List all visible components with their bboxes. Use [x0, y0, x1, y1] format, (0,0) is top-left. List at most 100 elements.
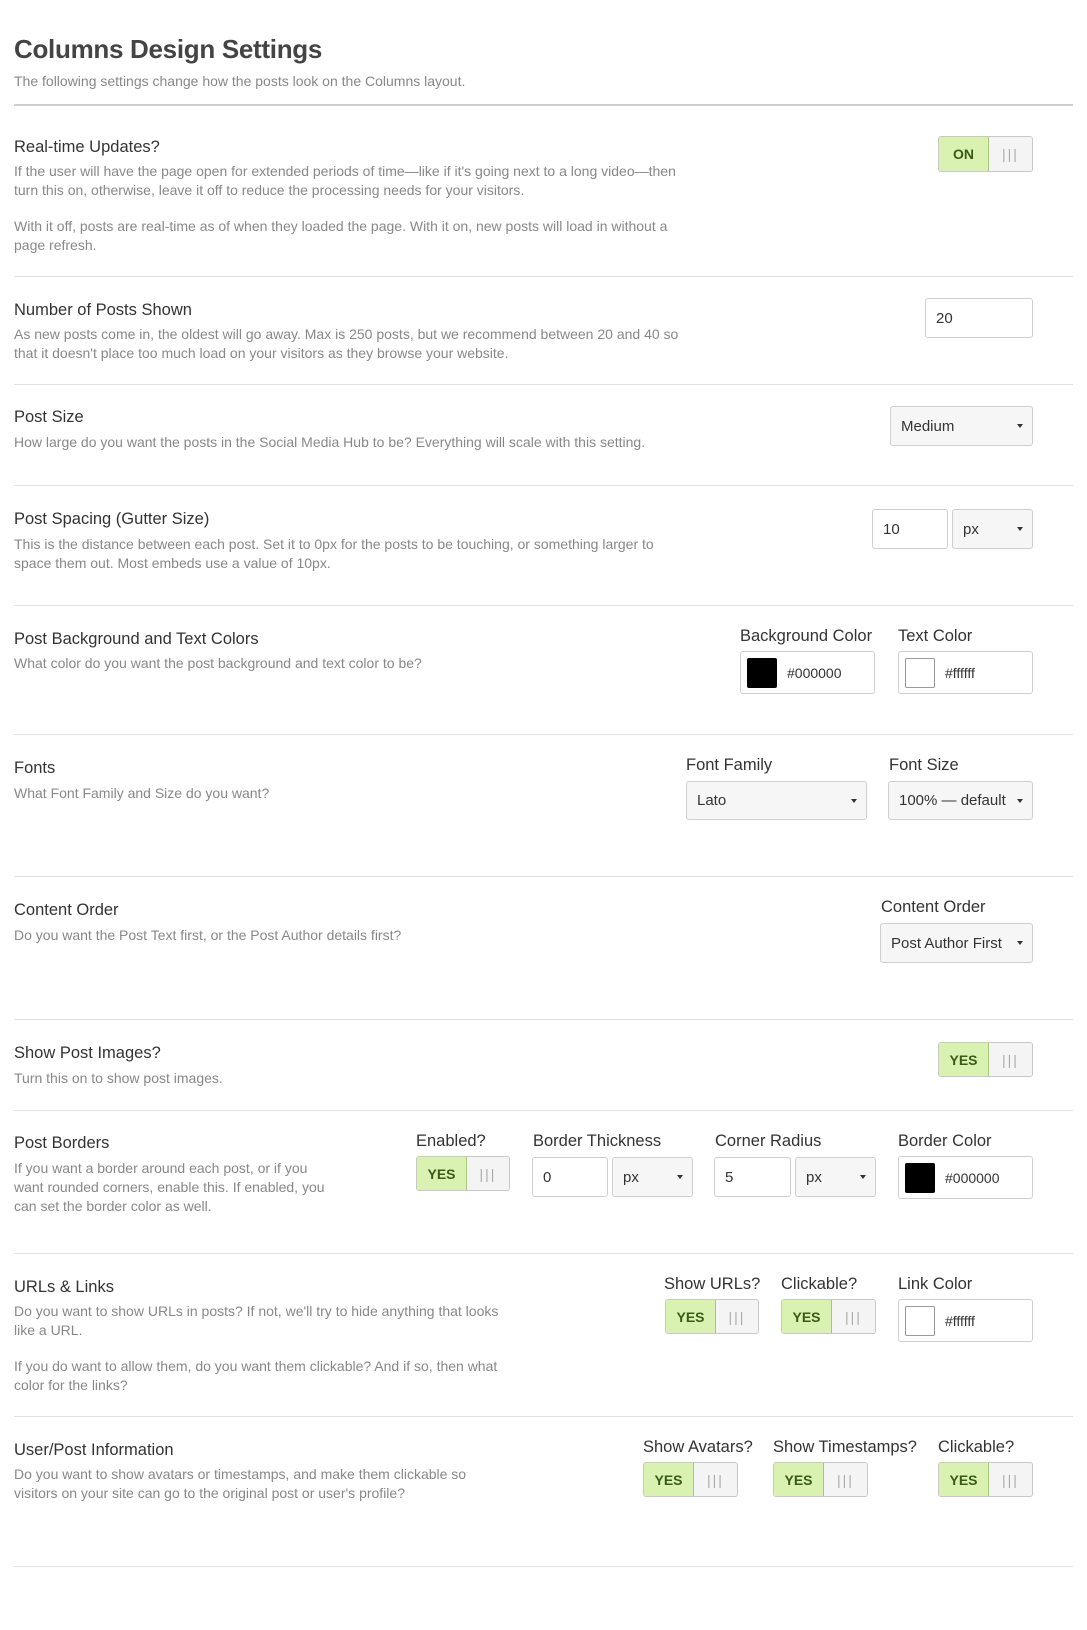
toggle-on-label: YES: [417, 1157, 467, 1190]
images-toggle[interactable]: YES |||: [938, 1042, 1033, 1077]
spacing-desc: This is the distance between each post. …: [14, 536, 654, 571]
colors-desc: What color do you want the post backgrou…: [14, 655, 422, 671]
urls-clickable-toggle[interactable]: YES |||: [781, 1299, 876, 1334]
userinfo-desc: Do you want to show avatars or timestamp…: [14, 1466, 467, 1501]
caret-down-icon: [1017, 424, 1023, 428]
border-thickness-label: Border Thickness: [533, 1132, 662, 1150]
post-size-title: Post Size: [14, 408, 84, 426]
divider: [14, 734, 1073, 735]
show-avatars-label: Show Avatars?: [643, 1438, 753, 1456]
divider: [14, 1566, 1073, 1567]
font-family-value: Lato: [697, 792, 727, 809]
text-color-value: #ffffff: [945, 664, 975, 681]
grip-lines-icon: |||: [467, 1157, 509, 1190]
post-size-select[interactable]: Medium: [890, 406, 1033, 446]
caret-down-icon: [860, 1175, 866, 1179]
link-color-input[interactable]: #ffffff: [898, 1299, 1033, 1342]
show-timestamps-toggle[interactable]: YES |||: [773, 1462, 868, 1497]
divider: [14, 1416, 1073, 1417]
toggle-on-label: ON: [939, 137, 989, 171]
font-size-value: 100% — default: [899, 792, 1006, 809]
grip-lines-icon: |||: [832, 1300, 875, 1333]
grip-lines-icon: |||: [824, 1463, 867, 1496]
toggle-on-label: YES: [666, 1300, 716, 1333]
color-swatch[interactable]: [747, 657, 777, 688]
spacing-title: Post Spacing (Gutter Size): [14, 510, 210, 528]
font-size-label: Font Size: [889, 756, 959, 774]
corner-radius-unit-select[interactable]: px: [795, 1157, 876, 1197]
post-size-desc: How large do you want the posts in the S…: [14, 434, 646, 450]
borders-desc: If you want a border around each post, o…: [14, 1160, 325, 1214]
urls-desc: Do you want to show URLs in posts? If no…: [14, 1303, 499, 1338]
caret-down-icon: [851, 799, 857, 803]
borders-title: Post Borders: [14, 1134, 110, 1152]
grip-lines-icon: |||: [989, 137, 1032, 171]
content-order-desc: Do you want the Post Text first, or the …: [14, 927, 402, 943]
toggle-on-label: YES: [774, 1463, 824, 1496]
show-timestamps-label: Show Timestamps?: [773, 1438, 917, 1456]
realtime-toggle[interactable]: ON |||: [938, 136, 1033, 172]
divider: [14, 876, 1073, 877]
page-title: Columns Design Settings: [14, 34, 323, 64]
border-thickness-unit-select[interactable]: px: [612, 1157, 693, 1197]
borders-enabled-toggle[interactable]: YES |||: [416, 1156, 510, 1191]
spacing-input[interactable]: 10: [872, 509, 948, 549]
content-order-value: Post Author First: [891, 934, 1002, 952]
toggle-on-label: YES: [782, 1300, 832, 1333]
userinfo-title: User/Post Information: [14, 1441, 174, 1459]
spacing-unit-value: px: [963, 520, 979, 538]
spacing-unit-select[interactable]: px: [952, 509, 1033, 549]
grip-lines-icon: |||: [989, 1463, 1032, 1496]
caret-down-icon: [677, 1175, 683, 1179]
border-thickness-input[interactable]: 0: [532, 1157, 608, 1197]
color-swatch[interactable]: [905, 657, 935, 688]
font-family-select[interactable]: Lato: [686, 781, 867, 820]
images-title: Show Post Images?: [14, 1044, 161, 1062]
bg-color-input[interactable]: #000000: [740, 651, 875, 694]
show-avatars-toggle[interactable]: YES |||: [643, 1462, 738, 1497]
divider: [14, 1019, 1073, 1020]
text-color-label: Text Color: [898, 627, 973, 645]
toggle-on-label: YES: [939, 1043, 989, 1076]
borders-enabled-label: Enabled?: [416, 1132, 486, 1150]
bg-color-value: #000000: [787, 664, 842, 681]
content-order-select[interactable]: Post Author First: [880, 923, 1033, 963]
border-color-input[interactable]: #000000: [898, 1156, 1033, 1199]
toggle-on-label: YES: [939, 1463, 989, 1496]
link-color-value: #ffffff: [945, 1312, 975, 1329]
font-size-select[interactable]: 100% — default: [888, 781, 1033, 820]
text-color-input[interactable]: #ffffff: [898, 651, 1033, 694]
show-urls-label: Show URLs?: [664, 1275, 761, 1293]
num-posts-title: Number of Posts Shown: [14, 301, 192, 319]
color-swatch[interactable]: [905, 1305, 935, 1336]
link-color-label: Link Color: [898, 1275, 973, 1293]
post-size-value: Medium: [901, 417, 955, 435]
show-urls-toggle[interactable]: YES |||: [665, 1299, 759, 1334]
toggle-on-label: YES: [644, 1463, 694, 1496]
divider: [14, 605, 1073, 606]
caret-down-icon: [1017, 941, 1023, 945]
fonts-desc: What Font Family and Size do you want?: [14, 785, 270, 801]
grip-lines-icon: |||: [716, 1300, 758, 1333]
color-swatch[interactable]: [905, 1162, 935, 1193]
header-divider: [14, 104, 1073, 106]
grip-lines-icon: |||: [694, 1463, 737, 1496]
num-posts-input[interactable]: 20: [925, 298, 1033, 338]
realtime-desc: If the user will have the page open for …: [14, 163, 676, 198]
content-order-label: Content Order: [881, 898, 986, 916]
caret-down-icon: [1017, 799, 1023, 803]
caret-down-icon: [1017, 527, 1023, 531]
divider: [14, 1253, 1073, 1254]
content-order-title: Content Order: [14, 901, 119, 919]
divider: [14, 1110, 1073, 1111]
urls-desc-2: If you do want to allow them, do you wan…: [14, 1358, 498, 1393]
border-thickness-unit: px: [623, 1168, 639, 1186]
realtime-desc-2: With it off, posts are real-time as of w…: [14, 218, 668, 253]
corner-radius-unit: px: [806, 1168, 822, 1186]
realtime-title: Real-time Updates?: [14, 138, 160, 156]
userinfo-clickable-toggle[interactable]: YES |||: [938, 1462, 1033, 1497]
font-family-label: Font Family: [686, 756, 773, 774]
num-posts-desc: As new posts come in, the oldest will go…: [14, 326, 679, 361]
corner-radius-input[interactable]: 5: [714, 1157, 791, 1197]
fonts-title: Fonts: [14, 759, 56, 777]
